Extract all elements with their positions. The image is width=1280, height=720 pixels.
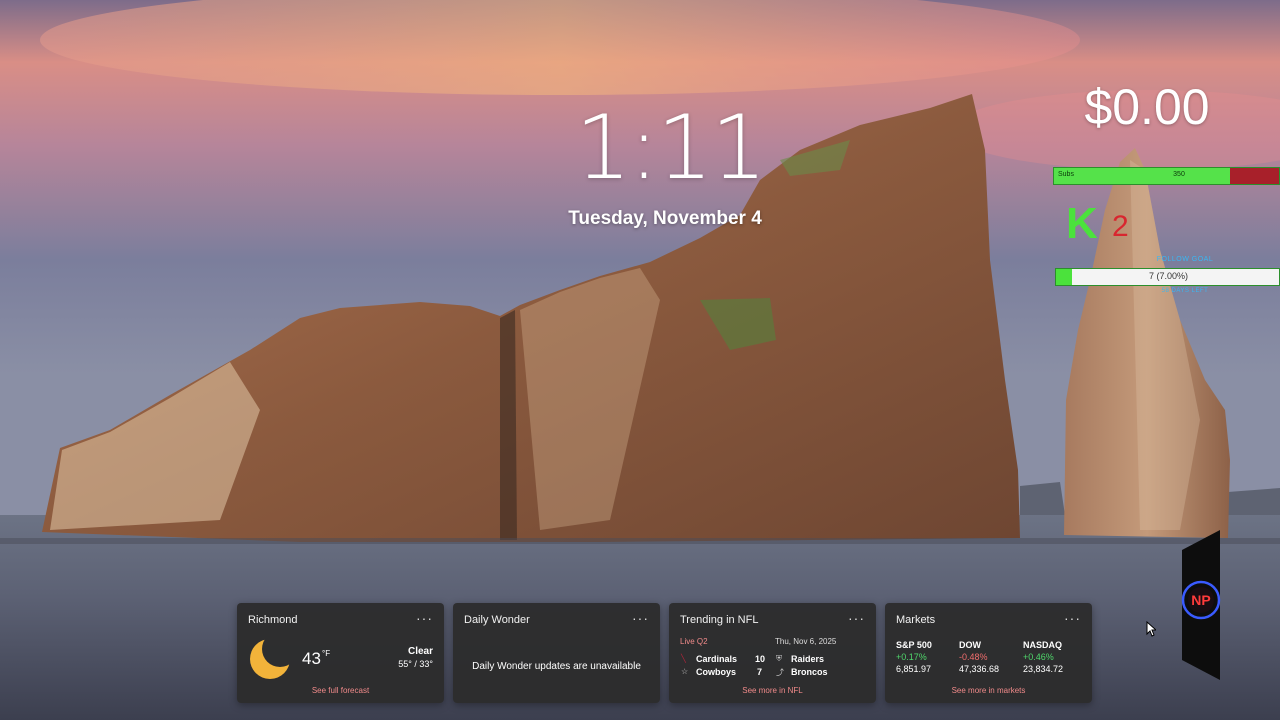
market-name: NASDAQ xyxy=(1023,640,1063,650)
nfl-title: Trending in NFL xyxy=(680,614,759,626)
lockscreen-date: Tuesday, November 4 xyxy=(568,208,762,229)
market-change: +0.46% xyxy=(1023,652,1054,662)
daily-wonder-message: Daily Wonder updates are unavailable xyxy=(472,661,641,672)
days-left-label: 58 DAYS LEFT xyxy=(1161,288,1209,294)
kill-counter-value: 2 xyxy=(1112,210,1129,243)
follow-goal-bar: 7 (7.00%) xyxy=(1055,268,1280,286)
donation-total: $0.00 xyxy=(1084,79,1210,135)
subs-count: 350 xyxy=(1173,171,1185,178)
team-name: Raiders xyxy=(791,654,825,664)
team-score: 10 xyxy=(755,654,766,664)
daily-wonder-title: Daily Wonder xyxy=(464,614,530,626)
markets-widget[interactable]: Markets ··· S&P 500 +0.17% 6,851.97 DOW … xyxy=(885,603,1092,703)
weather-condition: Clear xyxy=(407,646,433,657)
markets-more-link[interactable]: See more in markets xyxy=(885,686,1092,695)
kill-counter-letter: K xyxy=(1066,199,1098,248)
market-item-nasdaq[interactable]: NASDAQ +0.46% 23,834.72 xyxy=(1023,640,1089,674)
markets-title: Markets xyxy=(896,614,936,626)
market-value: 6,851.97 xyxy=(896,664,932,674)
lockscreen-clock: 1:11 xyxy=(575,96,767,199)
market-change: +0.17% xyxy=(896,652,927,662)
markets-more-button[interactable]: ··· xyxy=(1064,610,1081,626)
raiders-logo-icon: ⛨ xyxy=(776,654,782,663)
weather-widget[interactable]: Richmond ··· 43 °F Clear 55° / 33° See f… xyxy=(237,603,444,703)
follow-goal-label: FOLLOW GOAL xyxy=(1156,256,1214,263)
market-item-sp500[interactable]: S&P 500 +0.17% 6,851.97 xyxy=(896,640,962,674)
game-status: Live Q2 xyxy=(680,637,708,646)
daily-wonder-more-button[interactable]: ··· xyxy=(632,610,649,626)
game-date: Thu, Nov 6, 2025 xyxy=(775,637,837,646)
weather-location: Richmond xyxy=(248,614,298,626)
broncos-logo-icon: ⤴ xyxy=(776,668,784,677)
full-forecast-link[interactable]: See full forecast xyxy=(237,686,444,695)
np-neon-logo-icon: NP xyxy=(1181,530,1221,680)
crescent-moon-icon xyxy=(250,639,290,679)
team-name: Cowboys xyxy=(696,667,737,677)
temperature-unit: °F xyxy=(322,649,331,658)
market-change: -0.48% xyxy=(959,652,988,662)
mouse-cursor-icon xyxy=(1146,621,1156,637)
follow-goal-text: 7 (7.00%) xyxy=(1148,271,1189,281)
team-score: 7 xyxy=(757,667,763,677)
daily-wonder-widget[interactable]: Daily Wonder ··· Daily Wonder updates ar… xyxy=(453,603,660,703)
market-name: DOW xyxy=(959,640,981,650)
temperature-range: 55° / 33° xyxy=(398,659,433,669)
market-value: 47,336.68 xyxy=(959,664,1000,674)
market-value: 23,834.72 xyxy=(1023,664,1064,674)
nfl-more-link[interactable]: See more in NFL xyxy=(669,686,876,695)
cowboys-logo-icon: ☆ xyxy=(681,667,689,676)
team-name: Cardinals xyxy=(696,654,738,664)
nfl-more-button[interactable]: ··· xyxy=(848,610,865,626)
weather-more-button[interactable]: ··· xyxy=(416,610,433,626)
nfl-widget[interactable]: Trending in NFL ··· Live Q2 Thu, Nov 6, … xyxy=(669,603,876,703)
market-item-dow[interactable]: DOW -0.48% 47,336.68 xyxy=(959,640,1025,674)
current-temperature: 43 xyxy=(302,649,321,668)
market-name: S&P 500 xyxy=(896,640,932,650)
team-name: Broncos xyxy=(791,667,828,677)
svg-text:NP: NP xyxy=(1191,592,1210,608)
cardinals-logo-icon: ╲ xyxy=(681,654,686,663)
subs-progress-bar: Subs 350 xyxy=(1053,167,1280,185)
